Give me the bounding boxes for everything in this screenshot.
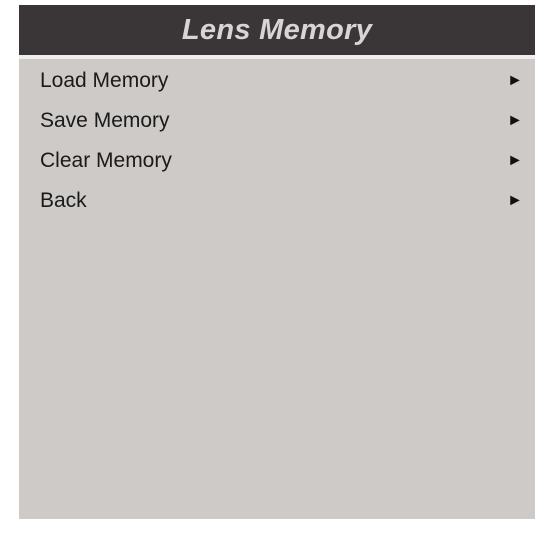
menu-item-load-memory[interactable]: Load Memory ► [19, 61, 535, 101]
submenu-arrow-icon: ► [507, 192, 523, 209]
menu-item-label: Clear Memory [40, 149, 172, 172]
submenu-arrow-icon: ► [507, 112, 523, 129]
menu-item-back[interactable]: Back ► [19, 181, 535, 221]
menu-title: Lens Memory [181, 13, 373, 46]
menu-item-label: Save Memory [40, 109, 170, 132]
menu-item-clear-memory[interactable]: Clear Memory ► [19, 141, 535, 181]
menu-item-label: Back [40, 189, 87, 212]
menu-list: Load Memory ► Save Memory ► Clear Memory… [19, 59, 535, 221]
submenu-arrow-icon: ► [507, 72, 523, 89]
menu-item-save-memory[interactable]: Save Memory ► [19, 101, 535, 141]
lens-memory-menu: Lens Memory Load Memory ► Save Memory ► … [19, 5, 535, 519]
menu-title-bar: Lens Memory [19, 5, 535, 55]
submenu-arrow-icon: ► [507, 152, 523, 169]
menu-item-label: Load Memory [40, 69, 169, 92]
